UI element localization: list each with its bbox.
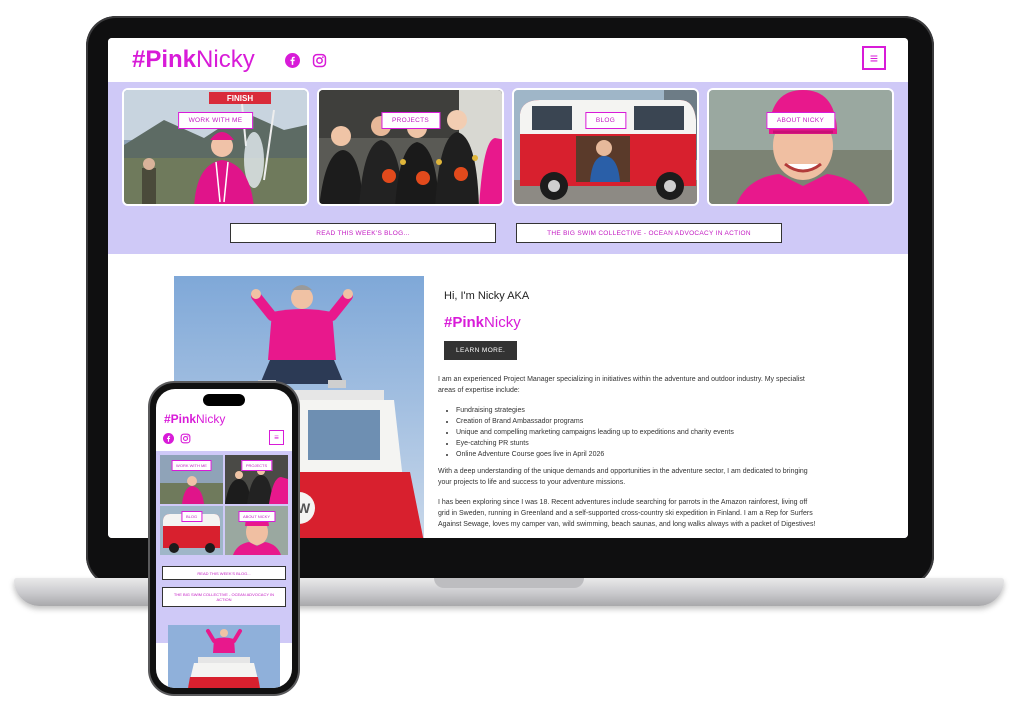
instagram-icon[interactable] — [180, 433, 191, 444]
bio-paragraph: With a deep understanding of the unique … — [438, 468, 808, 486]
tile-label[interactable]: ABOUT NICKY — [237, 511, 276, 522]
mobile-profile-photo — [168, 625, 280, 688]
hero-tile-work-with-me[interactable]: FINISH WORK WITH ME — [122, 88, 309, 206]
laptop-notch — [434, 578, 584, 588]
bio-text: I am an experienced Project Manager spec… — [438, 374, 818, 530]
mobile-hamburger-menu-button[interactable]: ≡ — [269, 430, 284, 445]
hero-tile-blog[interactable]: BLOG — [512, 88, 699, 206]
instagram-icon[interactable] — [312, 53, 327, 68]
tagline-bold: #Pink — [444, 314, 485, 331]
menu-icon: ≡ — [869, 50, 879, 66]
tile-label[interactable]: WORK WITH ME — [171, 460, 212, 471]
read-blog-button[interactable]: READ THIS WEEK'S BLOG... — [230, 223, 496, 243]
logo-regular: Nicky — [196, 412, 226, 426]
big-swim-collective-button[interactable]: THE BIG SWIM COLLECTIVE - OCEAN ADVOCACY… — [516, 223, 782, 243]
social-links — [284, 52, 327, 68]
hero-links: READ THIS WEEK'S BLOG... THE BIG SWIM CO… — [230, 223, 782, 243]
list-item: Fundraising strategies — [456, 405, 818, 416]
list-item: Eye-catching PR stunts — [456, 438, 818, 449]
finish-banner-text: FINISH — [227, 94, 253, 103]
dynamic-island — [203, 394, 245, 406]
hero-tiles: FINISH WORK WITH ME PROJECTS BLOG ABOUT … — [122, 88, 894, 206]
tile-label[interactable]: PROJECTS — [240, 460, 273, 471]
mobile-tile-about-nicky[interactable]: ABOUT NICKY — [225, 506, 288, 555]
mobile-hero-tiles: WORK WITH ME PROJECTS BLOG ABOUT NICKY — [160, 455, 288, 555]
intro-text: Hi, I'm Nicky AKA #PinkNicky LEARN MORE.… — [438, 290, 838, 538]
finish-line-photo: FINISH — [124, 90, 307, 204]
hero-tile-about-nicky[interactable]: ABOUT NICKY — [707, 88, 894, 206]
group-medals-photo — [319, 90, 502, 204]
mobile-read-blog-button[interactable]: READ THIS WEEK'S BLOG... — [162, 566, 286, 580]
phone-screen: #PinkNicky ≡ WORK WITH ME PROJECTS BLOG … — [156, 389, 292, 688]
site-header: #PinkNicky ≡ — [108, 38, 908, 82]
learn-more-button[interactable]: LEARN MORE. — [444, 341, 518, 360]
mobile-tile-work-with-me[interactable]: WORK WITH ME — [160, 455, 223, 504]
van-roof-photo — [168, 625, 280, 688]
facebook-icon[interactable] — [163, 433, 174, 444]
hamburger-menu-button[interactable]: ≡ — [862, 46, 886, 70]
tile-label[interactable]: WORK WITH ME — [177, 112, 254, 129]
tagline-regular: Nicky — [484, 314, 521, 331]
hero-section: FINISH WORK WITH ME PROJECTS BLOG ABOUT … — [108, 82, 908, 254]
mobile-hero-section: WORK WITH ME PROJECTS BLOG ABOUT NICKY R… — [156, 451, 292, 643]
bio-paragraph: I has been exploring since I was 18. Rec… — [438, 499, 816, 528]
logo-bold: #Pink — [164, 412, 197, 426]
mobile-tile-projects[interactable]: PROJECTS — [225, 455, 288, 504]
phone-frame: #PinkNicky ≡ WORK WITH ME PROJECTS BLOG … — [150, 383, 298, 694]
portrait-photo — [709, 90, 892, 204]
mobile-tile-blog[interactable]: BLOG — [160, 506, 223, 555]
facebook-icon[interactable] — [284, 52, 300, 68]
expertise-list: Fundraising strategies Creation of Brand… — [456, 405, 818, 460]
list-item: Creation of Brand Ambassador programs — [456, 416, 818, 427]
mobile-social-links — [163, 433, 191, 444]
menu-icon: ≡ — [274, 433, 279, 442]
mobile-big-swim-collective-button[interactable]: THE BIG SWIM COLLECTIVE - OCEAN ADVOCACY… — [162, 587, 286, 607]
camper-van-photo — [514, 90, 697, 204]
tile-label[interactable]: ABOUT NICKY — [765, 112, 836, 129]
logo-regular: Nicky — [196, 46, 255, 73]
hero-tile-projects[interactable]: PROJECTS — [317, 88, 504, 206]
tile-label[interactable]: PROJECTS — [380, 112, 441, 129]
mobile-site-logo[interactable]: #PinkNicky — [164, 412, 225, 426]
greeting-heading: Hi, I'm Nicky AKA — [444, 290, 530, 302]
logo-bold: #Pink — [132, 46, 197, 73]
list-item: Online Adventure Course goes live in Apr… — [456, 449, 818, 460]
bio-paragraph: I am an experienced Project Manager spec… — [438, 376, 805, 394]
tile-label[interactable]: BLOG — [180, 511, 203, 522]
list-item: Unique and compelling marketing campaign… — [456, 427, 818, 438]
tagline: #PinkNicky — [444, 314, 838, 331]
tile-label[interactable]: BLOG — [584, 112, 627, 129]
site-logo[interactable]: #PinkNicky — [132, 46, 255, 74]
